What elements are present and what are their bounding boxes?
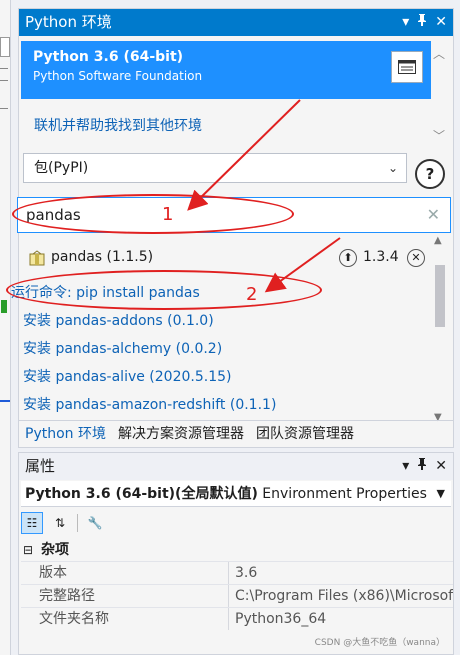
property-value: C:\Program Files (x86)\Microsoft xyxy=(235,588,453,604)
property-key: 版本 xyxy=(21,562,229,584)
close-icon[interactable]: ✕ xyxy=(435,453,447,480)
category-misc[interactable]: ⊟ 杂项 xyxy=(21,539,453,561)
property-row[interactable]: 完整路径 C:\Program Files (x86)\Microsoft xyxy=(21,584,453,607)
property-grid: ⊟ 杂项 版本 3.6 完整路径 C:\Program Files (x86)\… xyxy=(21,539,453,630)
property-key: 完整路径 xyxy=(21,585,229,607)
properties-titlebar: 属性 ▾ ✕ xyxy=(19,453,453,480)
property-row[interactable]: 版本 3.6 xyxy=(21,561,453,584)
properties-toolbar: ☷ ⇅ 🔧 xyxy=(21,511,106,535)
watermark: CSDN @大鱼不吃鱼（wanna） xyxy=(314,638,445,648)
alphabetical-sort-icon[interactable]: ⇅ xyxy=(49,512,71,534)
collapse-icon[interactable]: ⊟ xyxy=(23,539,33,561)
categorized-icon[interactable]: ☷ xyxy=(21,512,43,534)
selected-object-type: Environment Properties xyxy=(262,486,427,502)
properties-object-selector[interactable]: Python 3.6 (64-bit)(全局默认值) Environment P… xyxy=(21,481,451,507)
annotation-arrow-1 xyxy=(187,99,301,211)
property-row[interactable]: 文件夹名称 Python36_64 xyxy=(21,607,453,630)
property-key: 文件夹名称 xyxy=(21,608,229,630)
dropdown-icon[interactable]: ▾ xyxy=(402,453,409,480)
property-value: 3.6 xyxy=(235,565,258,581)
property-value: Python36_64 xyxy=(235,611,327,627)
toolbar-separator xyxy=(77,514,78,532)
chevron-down-icon: ▼ xyxy=(436,487,445,500)
selected-object-name: Python 3.6 (64-bit)(全局默认值) xyxy=(25,486,258,502)
wrench-icon[interactable]: 🔧 xyxy=(84,512,106,534)
pin-icon[interactable] xyxy=(417,453,427,480)
properties-title: 属性 xyxy=(25,457,56,475)
properties-window: 属性 ▾ ✕ Python 3.6 (64-bit)(全局默认值) Enviro… xyxy=(18,452,454,655)
category-label: 杂项 xyxy=(41,542,69,558)
annotation-arrow-2 xyxy=(264,237,341,293)
